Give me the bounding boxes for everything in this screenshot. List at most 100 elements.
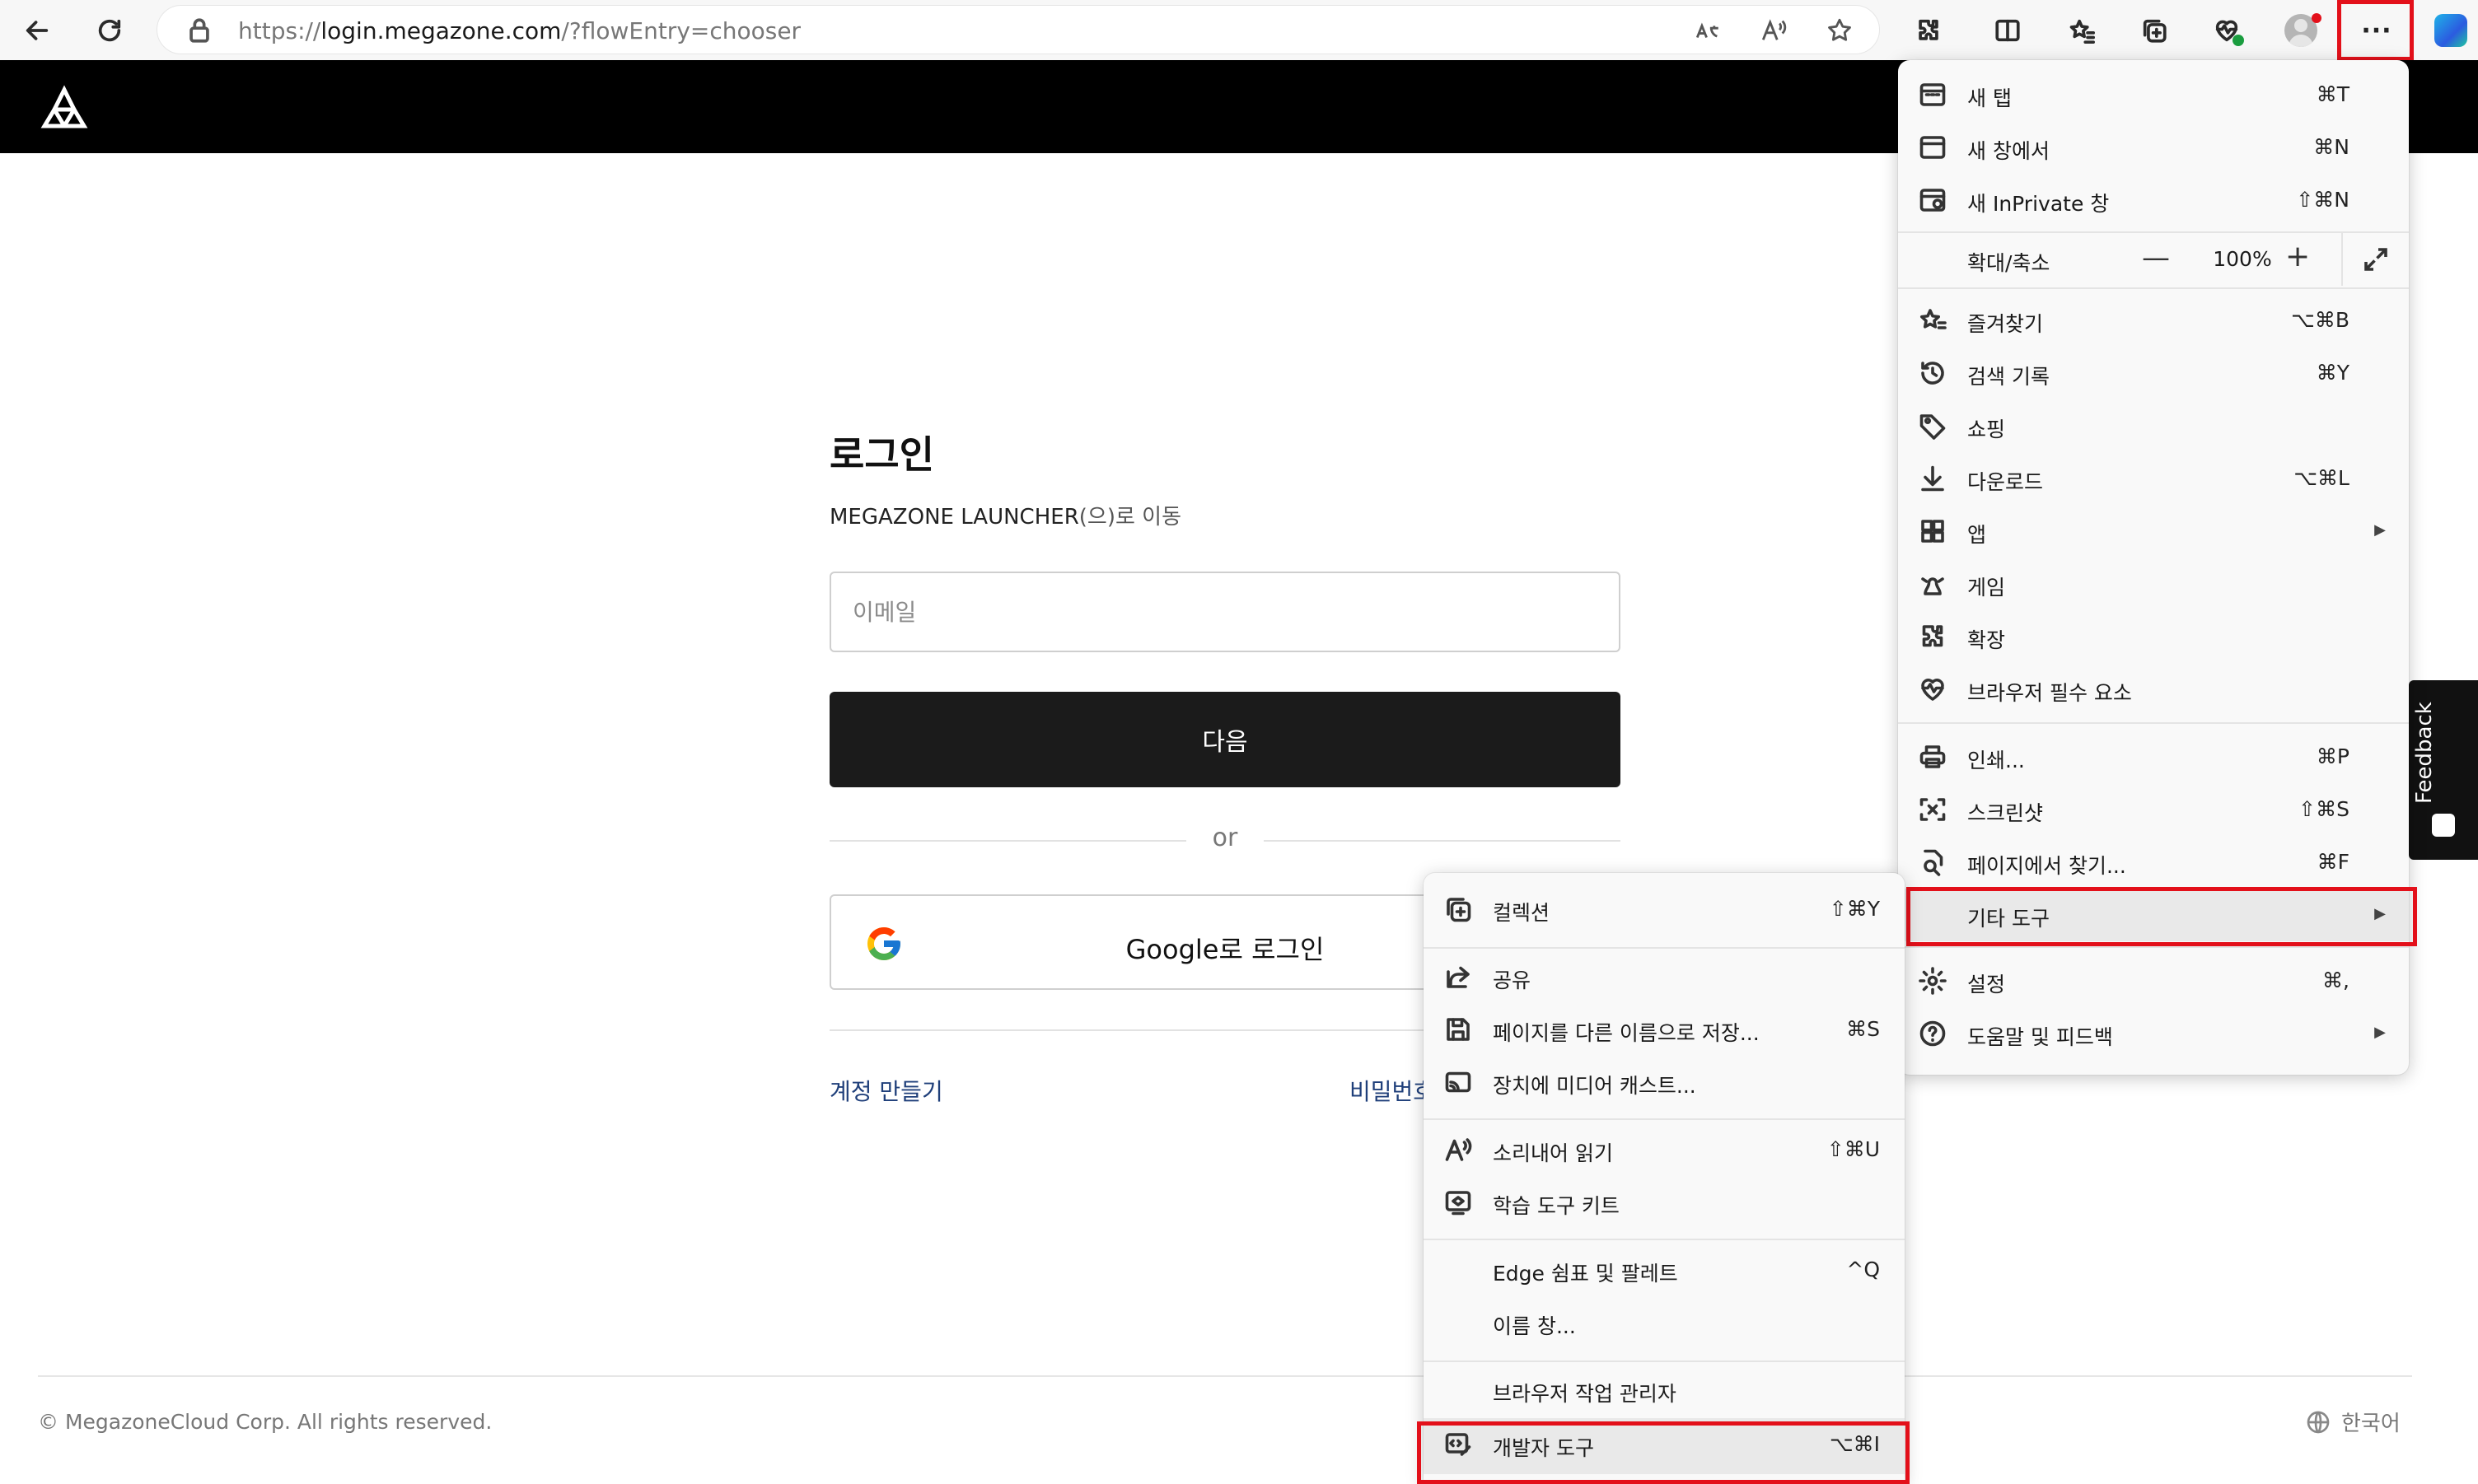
menu-item-label: 확장 — [1967, 628, 2006, 652]
menu-item-games[interactable]: 게임 — [1898, 558, 2409, 610]
favorite-star-icon[interactable] — [1825, 16, 1854, 46]
collections-button[interactable] — [2132, 8, 2176, 53]
zoom-row: 확대/축소 — 100% + — [1898, 233, 2409, 286]
menu-separator — [1424, 1360, 1905, 1362]
menu-item-downloads[interactable]: 다운로드 ⌥⌘L — [1898, 452, 2409, 505]
submenu-item-learning-toolkit[interactable]: 학습 도구 키트 — [1424, 1176, 1905, 1229]
menu-item-label: 새 탭 — [1967, 86, 2012, 110]
menu-item-extensions[interactable]: 확장 — [1898, 610, 2409, 663]
menu-item-settings[interactable]: 설정 ⌘, — [1898, 954, 2409, 1007]
menu-item-label: 설정 — [1967, 973, 2006, 996]
menu-item-label: 스크린샷 — [1967, 801, 2044, 825]
menu-item-new-inprivate[interactable]: 새 InPrivate 창 ⇧⌘N — [1898, 174, 2409, 226]
fullscreen-icon[interactable] — [2361, 245, 2391, 274]
download-icon — [1918, 464, 1947, 493]
split-screen-button[interactable] — [1985, 8, 2030, 53]
new-window-icon — [1918, 133, 1947, 162]
menu-item-label: 브라우저 필수 요소 — [1967, 681, 2132, 705]
footer-divider — [38, 1375, 2412, 1377]
more-tools-submenu: 컬렉션 ⇧⌘Y 공유 페이지를 다른 이름으로 저장... ⌘S 장치에 미디어… — [1424, 873, 1905, 1484]
menu-item-label: 페이지에서 찾기... — [1967, 854, 2126, 878]
more-tools-highlight — [1906, 887, 2417, 946]
menu-item-new-tab[interactable]: 새 탭 ⌘T — [1898, 68, 2409, 121]
submenu-item-name-window[interactable]: 이름 창... — [1424, 1296, 1905, 1349]
language-selector[interactable]: 한국어 — [2305, 1407, 2401, 1437]
forgot-password-link[interactable]: 비밀번호 — [1349, 1074, 1434, 1107]
submenu-item-share[interactable]: 공유 — [1424, 950, 1905, 1003]
page-title: 로그인 — [830, 432, 934, 477]
reload-button[interactable] — [87, 8, 132, 53]
menu-item-shortcut: ⇧⌘U — [1826, 1137, 1880, 1161]
menu-item-apps[interactable]: 앱 ▶ — [1898, 505, 2409, 558]
menu-item-browser-essentials[interactable]: 브라우저 필수 요소 — [1898, 663, 2409, 716]
url-prefix: https:// — [238, 17, 321, 44]
menu-item-shopping[interactable]: 쇼핑 — [1898, 399, 2409, 452]
feedback-label: Feedback — [2412, 702, 2437, 804]
puzzle-icon — [1919, 19, 1938, 40]
submenu-item-task-manager[interactable]: 브라우저 작업 관리자 — [1424, 1364, 1905, 1416]
menu-item-shortcut: ⌥⌘B — [2291, 308, 2349, 332]
globe-icon — [2307, 1411, 2330, 1433]
translate-icon[interactable] — [1693, 16, 1723, 46]
help-icon — [1918, 1019, 1947, 1048]
collections-icon — [1443, 894, 1473, 924]
feedback-tab[interactable]: Feedback — [2409, 680, 2478, 860]
submenu-item-edge-palette[interactable]: Edge 쉼표 및 팔레트 ^Q — [1424, 1244, 1905, 1296]
language-label: 한국어 — [2341, 1412, 2401, 1436]
create-account-link[interactable]: 계정 만들기 — [830, 1074, 943, 1107]
menu-item-label: 소리내어 읽기 — [1493, 1141, 1613, 1165]
favorites-button[interactable] — [2060, 8, 2104, 53]
url-domain: login.megazone.com — [320, 17, 562, 44]
next-button[interactable]: 다음 — [830, 692, 1620, 787]
zoom-in-button[interactable]: + — [2285, 240, 2310, 273]
zoom-out-button[interactable]: — — [2142, 241, 2170, 274]
read-aloud-icon[interactable] — [1759, 16, 1788, 46]
menu-item-screenshot[interactable]: 스크린샷 ⇧⌘S — [1898, 783, 2409, 836]
puzzle-icon — [1918, 622, 1947, 651]
gear-icon — [1918, 966, 1947, 996]
submenu-item-cast-media[interactable]: 장치에 미디어 캐스트... — [1424, 1056, 1905, 1108]
app-name: MEGAZONE LAUNCHER — [830, 505, 1079, 530]
url-text[interactable]: https://login.megazone.com/?flowEntry=ch… — [238, 17, 801, 44]
menu-item-label: 검색 기록 — [1967, 365, 2050, 389]
menu-item-label: 브라우저 작업 관리자 — [1493, 1382, 1676, 1406]
browser-essentials-button[interactable] — [2204, 8, 2249, 53]
arrow-left-icon — [26, 21, 49, 40]
new-tab-icon — [1918, 80, 1947, 110]
submenu-item-read-aloud[interactable]: 소리내어 읽기 ⇧⌘U — [1424, 1123, 1905, 1176]
menu-item-label: 장치에 미디어 캐스트... — [1493, 1074, 1696, 1098]
menu-item-shortcut: ⌘N — [2313, 135, 2349, 159]
extensions-button[interactable] — [1906, 8, 1951, 53]
menu-item-history[interactable]: 검색 기록 ⌘Y — [1898, 347, 2409, 399]
apps-icon — [1918, 516, 1947, 546]
submenu-item-save-page-as[interactable]: 페이지를 다른 이름으로 저장... ⌘S — [1424, 1003, 1905, 1056]
menu-item-label: 컬렉션 — [1493, 901, 1550, 925]
menu-item-shortcut: ⇧⌘S — [2298, 797, 2349, 821]
menu-item-help-feedback[interactable]: 도움말 및 피드백 ▶ — [1898, 1007, 2409, 1060]
share-icon — [1443, 962, 1473, 992]
back-button[interactable] — [15, 8, 59, 53]
printer-icon — [1918, 742, 1947, 772]
menu-item-label: Edge 쉼표 및 팔레트 — [1493, 1262, 1678, 1286]
tag-icon — [1918, 411, 1947, 441]
email-field[interactable] — [830, 572, 1620, 652]
url-path: /?flowEntry=chooser — [561, 17, 802, 44]
favorites-icon — [1918, 306, 1947, 335]
submenu-item-collections[interactable]: 컬렉션 ⇧⌘Y — [1424, 883, 1905, 936]
menu-item-label: 공유 — [1493, 968, 1531, 992]
save-icon — [1443, 1015, 1473, 1044]
address-bar[interactable]: https://login.megazone.com/?flowEntry=ch… — [157, 5, 1880, 54]
menu-item-new-window[interactable]: 새 창에서 ⌘N — [1898, 121, 2409, 174]
menu-item-label: 새 창에서 — [1967, 139, 2050, 163]
menu-item-shortcut: ⌘Y — [2316, 361, 2349, 385]
menu-item-find-on-page[interactable]: 페이지에서 찾기... ⌘F — [1898, 836, 2409, 889]
copilot-button[interactable] — [2429, 8, 2473, 53]
menu-item-shortcut: ⌘S — [1846, 1017, 1880, 1041]
login-subtitle: MEGAZONE LAUNCHER(으)로 이동 — [830, 500, 1181, 530]
megazone-logo[interactable] — [40, 85, 89, 131]
menu-item-print[interactable]: 인쇄... ⌘P — [1898, 730, 2409, 783]
profile-button[interactable] — [2279, 8, 2323, 53]
menu-item-shortcut: ^Q — [1846, 1258, 1880, 1281]
menu-item-favorites[interactable]: 즐겨찾기 ⌥⌘B — [1898, 294, 2409, 347]
more-button-highlight — [2337, 0, 2414, 61]
